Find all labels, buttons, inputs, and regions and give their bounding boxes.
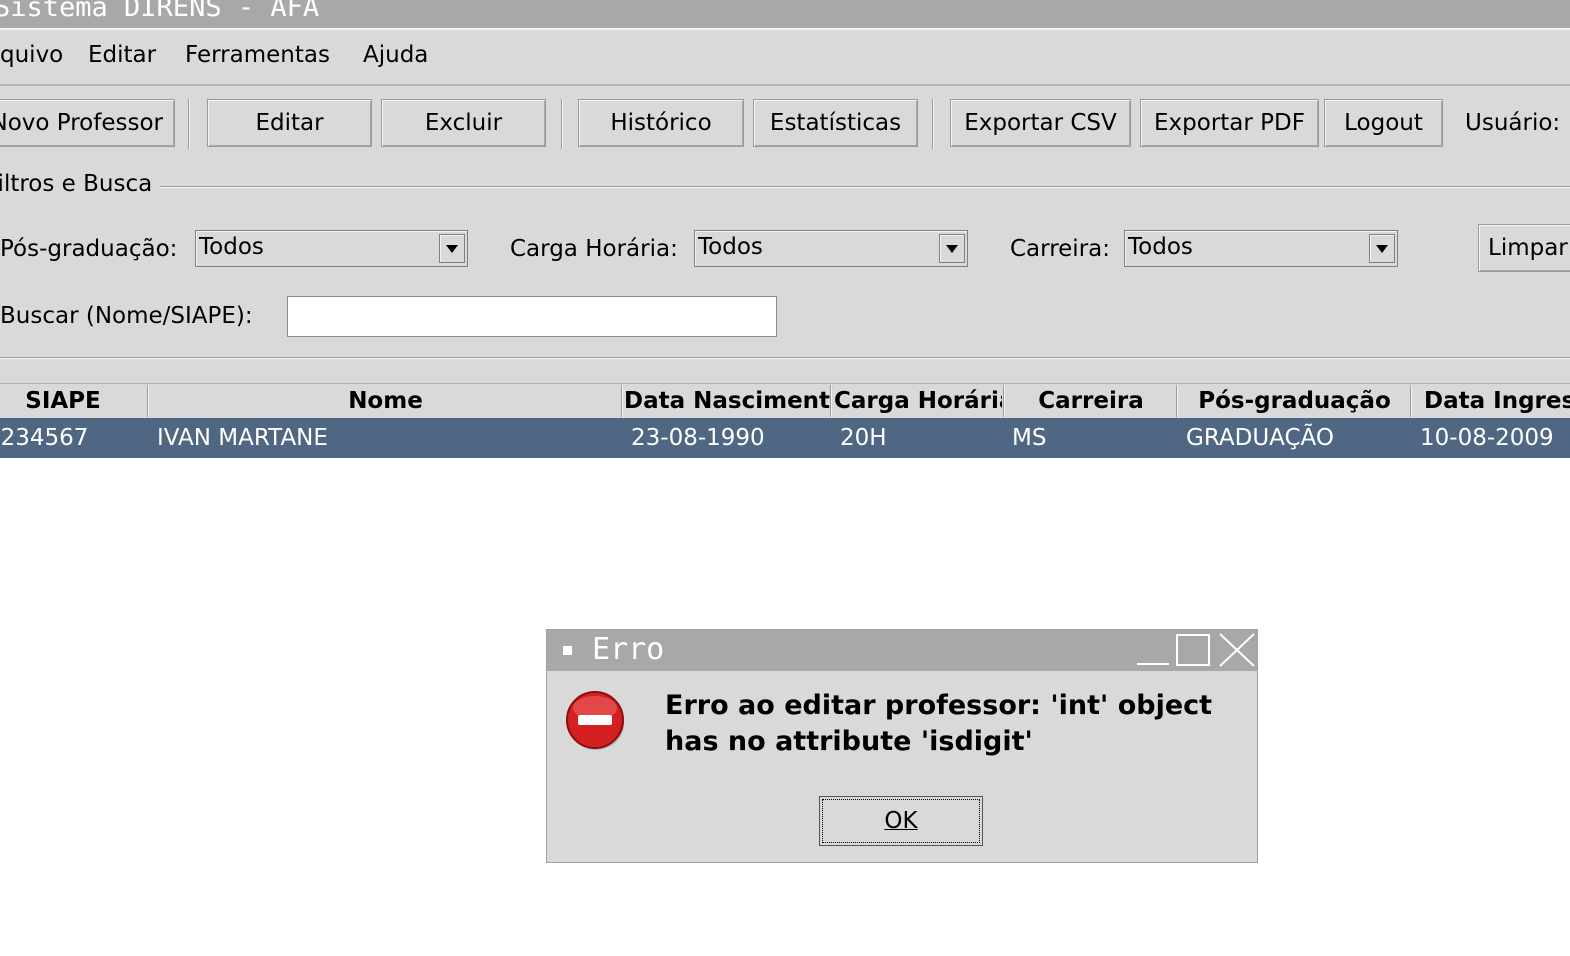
export-csv-label: Exportar CSV (964, 110, 1117, 136)
export-pdf-button[interactable]: Exportar PDF (1140, 99, 1319, 147)
column-divider[interactable] (1410, 385, 1412, 417)
filters-group-border (160, 186, 1570, 188)
logout-button[interactable]: Logout (1324, 99, 1443, 147)
error-message-line2: has no attribute 'isdigit' (665, 726, 1033, 757)
close-icon[interactable] (1218, 632, 1256, 668)
user-label: Usuário: (1465, 110, 1561, 136)
column-carga-horaria[interactable]: Carga Horária (834, 383, 1002, 418)
toolbar-separator (561, 99, 563, 149)
window-title: Sistema DIRENS - AFA (0, 0, 320, 23)
column-pos-graduacao[interactable]: Pós-graduação (1179, 383, 1410, 418)
statistics-label: Estatísticas (769, 110, 902, 136)
history-label: Histórico (610, 110, 712, 136)
error-message-line1: Erro ao editar professor: 'int' object (665, 690, 1213, 721)
carga-label: Carga Horária: (510, 236, 678, 262)
cell-carreira: MS (1012, 425, 1047, 451)
carreira-label: Carreira: (1010, 236, 1110, 262)
cell-data-ingresso: 10-08-2009 (1420, 425, 1554, 451)
dropdown-arrow-icon[interactable] (439, 234, 465, 263)
error-icon (565, 690, 627, 752)
cell-nome: IVAN MARTANE (157, 425, 328, 451)
cell-data-nascimento: 23-08-1990 (631, 425, 765, 451)
clear-filters-button[interactable]: Limpar (1478, 224, 1570, 272)
carga-value: Todos (698, 234, 763, 260)
delete-button[interactable]: Excluir (381, 99, 546, 147)
export-pdf-label: Exportar PDF (1154, 110, 1305, 136)
column-divider[interactable] (621, 385, 623, 417)
column-carreira[interactable]: Carreira (1006, 383, 1176, 418)
carga-combo[interactable]: Todos (694, 230, 968, 267)
column-divider[interactable] (830, 385, 832, 417)
search-input[interactable] (287, 296, 777, 337)
menu-bar: quivo Editar Ferramentas Ajuda (0, 30, 1570, 86)
column-nome[interactable]: Nome (150, 383, 621, 418)
column-siape[interactable]: SIAPE (0, 383, 126, 418)
search-label: Buscar (Nome/SIAPE): (0, 303, 253, 329)
edit-button[interactable]: Editar (207, 99, 372, 147)
edit-label: Editar (255, 110, 324, 136)
clear-filters-label: Limpar (1488, 235, 1568, 261)
window-title-bar[interactable]: Sistema DIRENS - AFA (0, 0, 1570, 30)
delete-label: Excluir (424, 110, 503, 136)
posgrad-combo[interactable]: Todos (195, 230, 468, 267)
posgrad-value: Todos (199, 234, 264, 260)
column-data-nascimento[interactable]: Data Nascimento (624, 383, 830, 418)
column-data-ingresso[interactable]: Data Ingresso (1424, 383, 1570, 418)
menu-arquivo[interactable]: quivo (0, 42, 63, 68)
new-professor-button[interactable]: Novo Professor (0, 99, 175, 147)
filters-group-bottom (0, 357, 1570, 359)
filters-group-title: Filtros e Busca (0, 171, 153, 197)
cell-siape: 1234567 (0, 425, 89, 451)
toolbar-separator (188, 99, 190, 149)
statistics-button[interactable]: Estatísticas (753, 99, 918, 147)
window-menu-icon[interactable] (563, 646, 572, 655)
menu-ajuda[interactable]: Ajuda (363, 42, 428, 68)
export-csv-button[interactable]: Exportar CSV (950, 99, 1131, 147)
history-button[interactable]: Histórico (578, 99, 744, 147)
maximize-icon[interactable] (1175, 633, 1211, 667)
new-professor-label: Novo Professor (0, 110, 163, 136)
column-divider[interactable] (1176, 385, 1178, 417)
ok-label: OK (884, 808, 918, 834)
dropdown-arrow-icon[interactable] (1369, 234, 1395, 263)
carreira-value: Todos (1128, 234, 1193, 260)
dialog-title-bar[interactable]: Erro (547, 630, 1257, 671)
column-divider[interactable] (1003, 385, 1005, 417)
ok-button[interactable]: OK (819, 796, 983, 846)
logout-label: Logout (1344, 110, 1423, 136)
cell-pos-graduacao: GRADUAÇÃO (1186, 425, 1334, 451)
minimize-icon[interactable] (1135, 636, 1171, 666)
dropdown-arrow-icon[interactable] (939, 234, 965, 263)
toolbar-separator (932, 99, 934, 149)
cell-carga-horaria: 20H (840, 425, 887, 451)
menu-editar[interactable]: Editar (88, 42, 156, 68)
carreira-combo[interactable]: Todos (1124, 230, 1398, 267)
column-divider[interactable] (147, 385, 149, 417)
dialog-title: Erro (592, 632, 665, 667)
menu-ferramentas[interactable]: Ferramentas (185, 42, 330, 68)
posgrad-label: Pós-graduação: (0, 236, 178, 262)
